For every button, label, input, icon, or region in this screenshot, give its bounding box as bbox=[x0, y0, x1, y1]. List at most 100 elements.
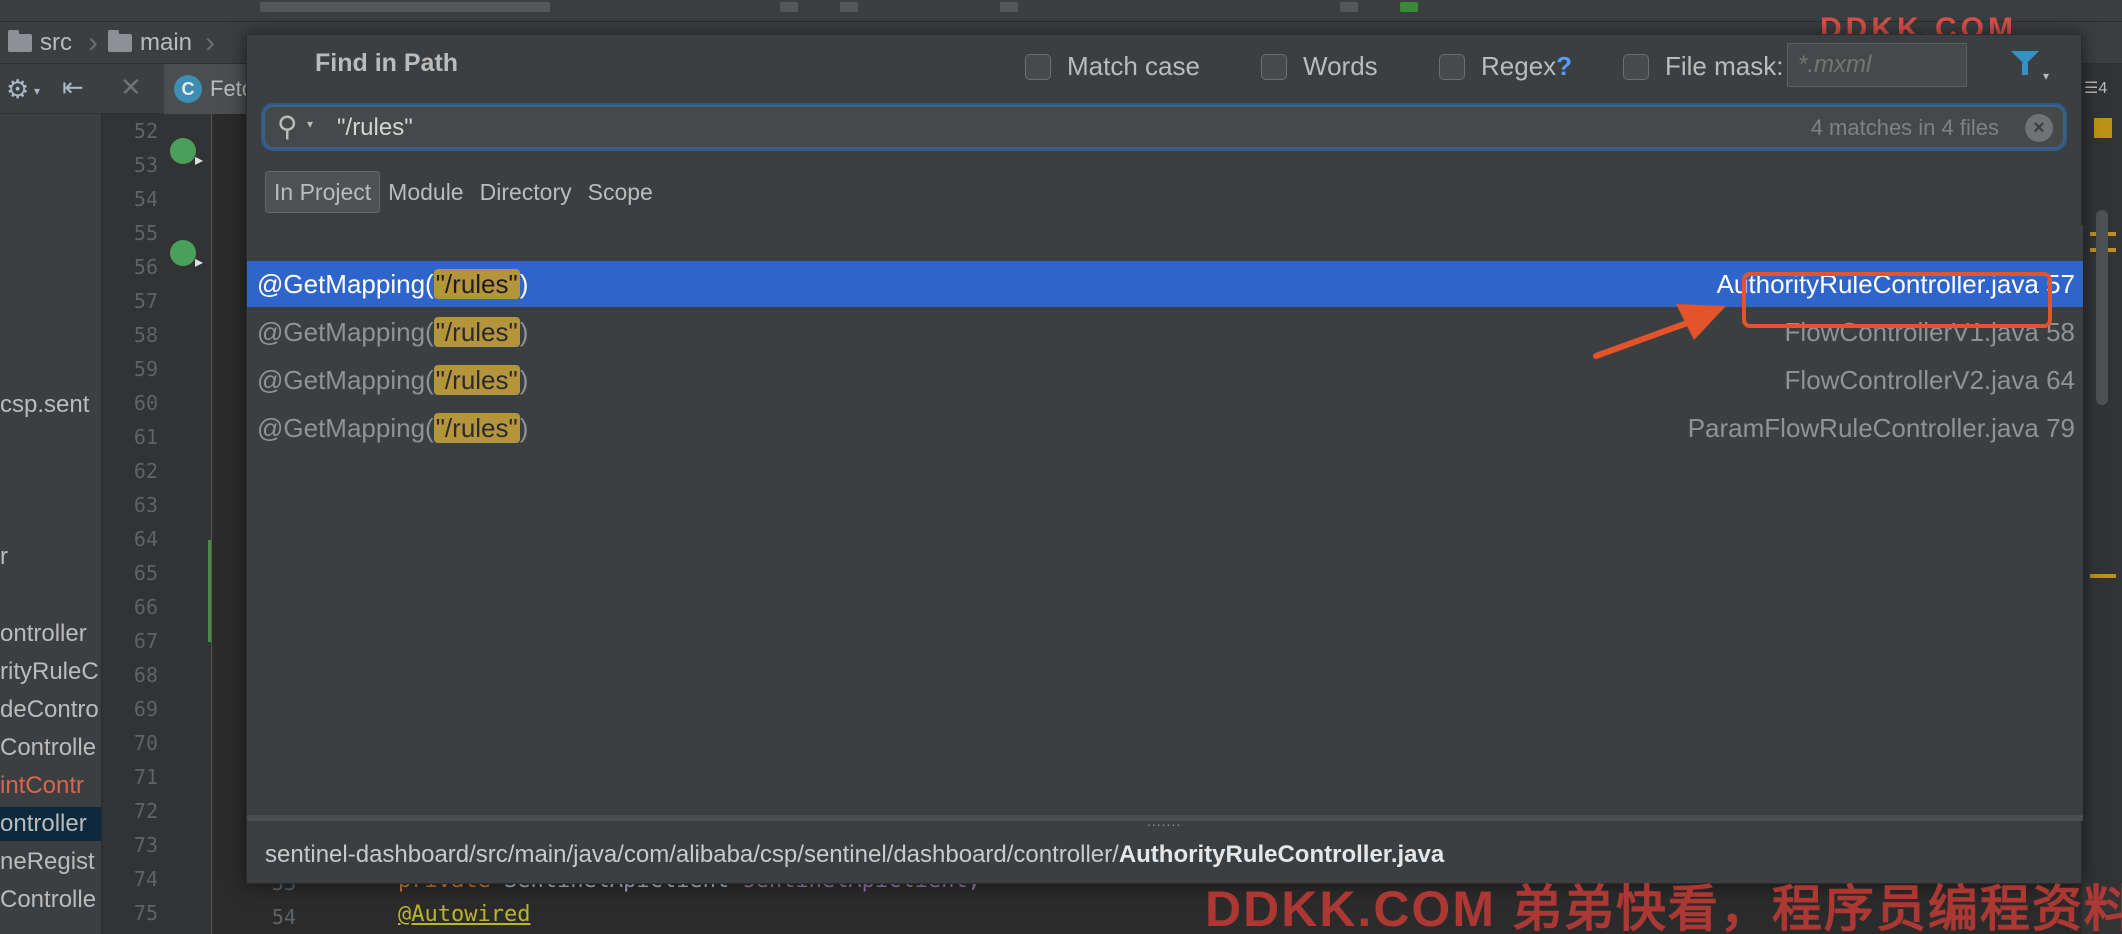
file-mask-input[interactable] bbox=[1787, 43, 1967, 87]
search-icon[interactable]: ⚲ bbox=[277, 111, 298, 143]
mapping-gutter-icon[interactable] bbox=[170, 240, 203, 272]
words-option[interactable]: Words bbox=[1261, 51, 1378, 82]
toolbar-button[interactable] bbox=[1000, 2, 1018, 12]
code-annotation: @Autowired bbox=[398, 902, 531, 927]
option-label: Match case bbox=[1067, 51, 1200, 81]
match-highlight: "/rules" bbox=[433, 269, 520, 299]
tree-item[interactable]: Controlle bbox=[0, 731, 101, 765]
line-number: 60 bbox=[133, 391, 158, 415]
search-field[interactable]: ⚲ ▾ 4 matches in 4 files × bbox=[263, 105, 2065, 149]
error-stripe bbox=[2082, 64, 2122, 934]
match-case-checkbox[interactable] bbox=[1025, 53, 1051, 80]
regex-option[interactable]: Regex? bbox=[1439, 51, 1572, 82]
toolbar-button[interactable] bbox=[780, 2, 798, 12]
warning-marker[interactable] bbox=[2094, 118, 2112, 138]
code-suffix: ) bbox=[519, 317, 529, 347]
tree-item[interactable]: rityRuleC bbox=[0, 655, 101, 689]
match-case-option[interactable]: Match case bbox=[1025, 51, 1200, 82]
result-row[interactable]: @GetMapping("/rules") ParamFlowRuleContr… bbox=[247, 405, 2083, 451]
mapping-gutter-icon[interactable] bbox=[170, 138, 203, 170]
line-number: 72 bbox=[133, 799, 158, 823]
line-number: 55 bbox=[133, 221, 158, 245]
tree-item[interactable]: csp.sent bbox=[0, 388, 101, 422]
toolbar-button[interactable] bbox=[1400, 2, 1418, 12]
close-icon[interactable]: ✕ bbox=[120, 74, 142, 100]
tab-in-project[interactable]: In Project bbox=[265, 171, 381, 213]
line-number: 54 bbox=[133, 187, 158, 211]
file-mask-checkbox[interactable] bbox=[1623, 53, 1649, 80]
screen: { "breadcrumb": { "items": [ {"label": "… bbox=[0, 0, 2122, 934]
gear-icon[interactable]: ⚙ bbox=[6, 76, 29, 102]
tab-scope[interactable]: Scope bbox=[580, 171, 661, 213]
preview-path: sentinel-dashboard/src/main/java/com/ali… bbox=[265, 841, 1444, 869]
collapse-icon[interactable]: ⇤ bbox=[62, 74, 84, 100]
regex-help-icon[interactable]: ? bbox=[1556, 51, 1572, 81]
line-number: 53 bbox=[133, 153, 158, 177]
line-number: 74 bbox=[133, 867, 158, 891]
drag-handle-icon[interactable]: ....... bbox=[1147, 813, 1181, 829]
result-file: FlowControllerV2.java 64 bbox=[1784, 365, 2075, 395]
breadcrumb-item-src[interactable]: src bbox=[8, 28, 72, 58]
line-number: 54 bbox=[271, 905, 296, 929]
line-number: 61 bbox=[133, 425, 158, 449]
annotation-box bbox=[1742, 272, 2052, 328]
result-code: @GetMapping("/rules") bbox=[257, 413, 528, 444]
file-mask-option[interactable]: File mask: bbox=[1623, 51, 1783, 82]
breadcrumb-separator: › bbox=[205, 26, 215, 59]
breadcrumb-item-main[interactable]: main bbox=[108, 28, 192, 58]
project-tree: csp.sent r ontroller rityRuleC deContro … bbox=[0, 114, 102, 934]
code-suffix: ) bbox=[519, 269, 529, 299]
tree-item[interactable]: r bbox=[0, 540, 101, 574]
line-number: 76 bbox=[102, 930, 158, 934]
breadcrumb-label: src bbox=[40, 29, 72, 56]
inspection-count[interactable]: ☰4 bbox=[2084, 78, 2107, 98]
option-label: File mask: bbox=[1665, 51, 1784, 81]
search-marker[interactable] bbox=[2090, 574, 2116, 578]
tree-item[interactable]: ontroller bbox=[0, 617, 101, 651]
preview-file: AuthorityRuleController.java bbox=[1118, 841, 1445, 868]
line-number: 68 bbox=[133, 663, 158, 687]
code-suffix: ) bbox=[519, 365, 529, 395]
line-number: 75 bbox=[133, 901, 158, 925]
scrollbar[interactable] bbox=[2096, 210, 2108, 405]
tab-directory[interactable]: Directory bbox=[472, 171, 580, 213]
words-checkbox[interactable] bbox=[1261, 53, 1287, 80]
line-number: 70 bbox=[133, 731, 158, 755]
scope-tabs: In Project Module Directory Scope bbox=[265, 171, 661, 213]
folder-icon bbox=[108, 30, 132, 52]
line-number: 65 bbox=[133, 561, 158, 585]
line-number: 52 bbox=[133, 119, 158, 143]
regex-label: Regex bbox=[1481, 51, 1557, 81]
clear-icon[interactable]: × bbox=[2025, 114, 2053, 142]
line-number: 66 bbox=[133, 595, 158, 619]
preview-dir: sentinel-dashboard/src/main/java/com/ali… bbox=[265, 841, 1119, 868]
regex-checkbox[interactable] bbox=[1439, 53, 1465, 80]
chevron-down-icon: ▾ bbox=[2043, 69, 2050, 83]
line-number: 69 bbox=[133, 697, 158, 721]
tree-item[interactable]: deContro bbox=[0, 693, 101, 727]
tree-item[interactable]: Controlle bbox=[0, 883, 101, 917]
line-number: 64 bbox=[133, 527, 158, 551]
result-code: @GetMapping("/rules") bbox=[257, 365, 528, 396]
line-number: 71 bbox=[133, 765, 158, 789]
search-input[interactable] bbox=[337, 113, 1537, 143]
tree-item[interactable]: neRegist bbox=[0, 845, 101, 879]
run-config-selector[interactable] bbox=[260, 2, 550, 12]
tree-item-selected[interactable]: ontroller bbox=[0, 807, 101, 841]
line-number: 57 bbox=[133, 289, 158, 313]
editor-tab[interactable]: C Fetc bbox=[164, 64, 254, 114]
toolbar-button[interactable] bbox=[1340, 2, 1358, 12]
result-row[interactable]: @GetMapping("/rules") FlowControllerV2.j… bbox=[247, 357, 2083, 403]
tree-item[interactable]: intContr bbox=[0, 769, 101, 803]
line-number: 62 bbox=[133, 459, 158, 483]
line-number: 56 bbox=[133, 255, 158, 279]
tab-module[interactable]: Module bbox=[380, 171, 471, 213]
breadcrumb-separator: › bbox=[88, 26, 98, 59]
toolbar-button[interactable] bbox=[840, 2, 858, 12]
vcs-change-marker bbox=[208, 540, 211, 642]
folder-icon bbox=[8, 30, 32, 52]
code-prefix: @GetMapping( bbox=[257, 365, 434, 395]
code-prefix: @GetMapping( bbox=[257, 269, 434, 299]
code-suffix: ) bbox=[519, 413, 529, 443]
filter-icon[interactable] bbox=[2011, 47, 2045, 81]
